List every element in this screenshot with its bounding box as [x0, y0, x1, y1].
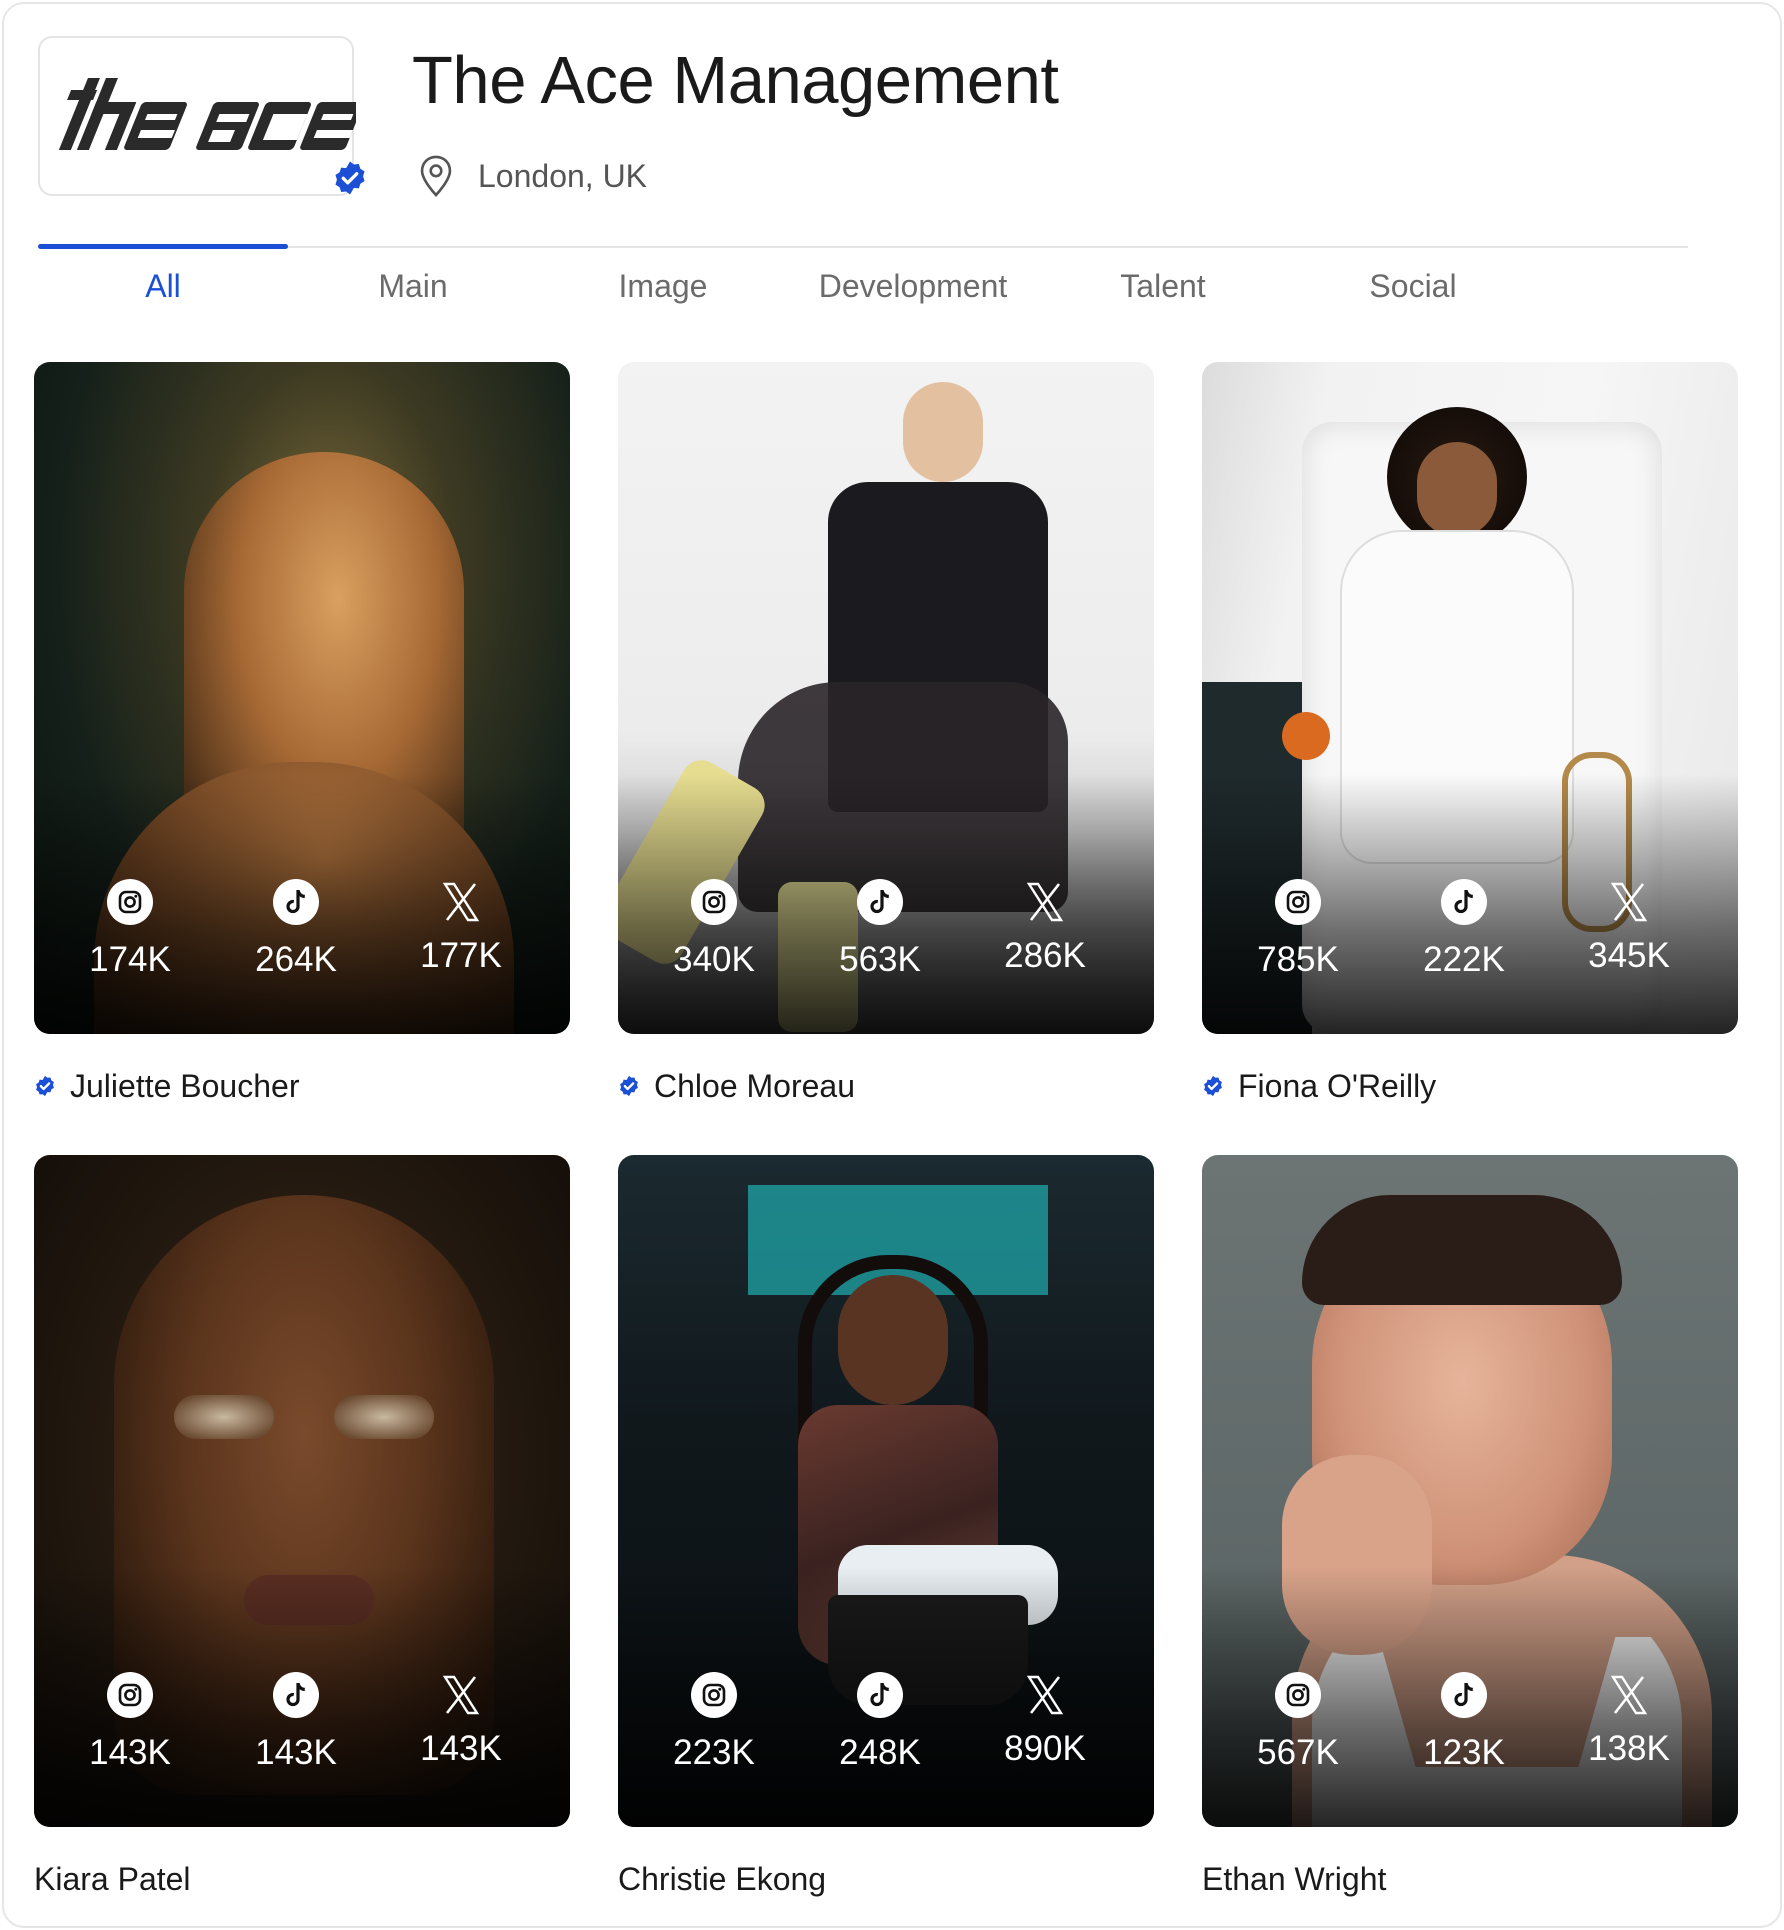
- x-followers: 890K: [1004, 1729, 1086, 1768]
- agency-name: The Ace Management: [412, 43, 1059, 118]
- portrait-head: [903, 382, 983, 482]
- verified-badge-icon: [36, 1075, 54, 1097]
- tiktok-followers: 248K: [839, 1733, 921, 1772]
- talent-photo[interactable]: 174K 264K 177K: [34, 362, 570, 1034]
- talent-name-row[interactable]: Christie Ekong: [618, 1859, 1154, 1899]
- x-followers: 138K: [1588, 1729, 1670, 1768]
- agency-logo: [38, 36, 356, 196]
- talent-photo[interactable]: 567K 123K 138K: [1202, 1155, 1738, 1827]
- x-followers: 143K: [420, 1729, 502, 1768]
- tiktok-followers: 264K: [255, 940, 337, 979]
- tiktok-icon: [273, 879, 319, 925]
- tiktok-followers: 143K: [255, 1733, 337, 1772]
- portrait-eye: [334, 1395, 434, 1439]
- verified-badge-icon: [620, 1075, 638, 1097]
- tiktok-followers: 222K: [1423, 940, 1505, 979]
- x-followers: 286K: [1004, 936, 1086, 975]
- talent-name-row[interactable]: Juliette Boucher: [34, 1066, 570, 1106]
- talent-card[interactable]: 340K 563K 286K Chloe Moreau: [618, 362, 1154, 1106]
- social-stats: 223K 248K 890K: [618, 1671, 1154, 1801]
- agency-location: London, UK: [418, 154, 647, 198]
- tiktok-icon: [1441, 879, 1487, 925]
- talent-name: Christie Ekong: [618, 1860, 827, 1897]
- social-stats: 785K 222K 345K: [1202, 878, 1738, 1008]
- talent-name-row[interactable]: Fiona O'Reilly: [1202, 1066, 1738, 1106]
- instagram-icon: [107, 1672, 153, 1718]
- x-icon: [442, 1675, 480, 1715]
- x-icon: [442, 882, 480, 922]
- tiktok-icon: [857, 879, 903, 925]
- instagram-icon: [1275, 879, 1321, 925]
- instagram-followers: 223K: [673, 1733, 755, 1772]
- tiktok-followers: 563K: [839, 940, 921, 979]
- tiktok-icon: [1441, 1672, 1487, 1718]
- x-followers: 345K: [1588, 936, 1670, 975]
- x-followers: 177K: [420, 936, 502, 975]
- x-icon: [1610, 882, 1648, 922]
- verified-badge-icon: [335, 161, 365, 195]
- talent-photo[interactable]: 785K 222K 345K: [1202, 362, 1738, 1034]
- social-stats: 567K 123K 138K: [1202, 1671, 1738, 1801]
- tiktok-icon: [857, 1672, 903, 1718]
- instagram-icon: [691, 879, 737, 925]
- tiktok-followers: 123K: [1423, 1733, 1505, 1772]
- instagram-icon: [691, 1672, 737, 1718]
- drink-glass: [1282, 712, 1330, 760]
- instagram-icon: [107, 879, 153, 925]
- talent-name: Chloe Moreau: [654, 1067, 855, 1104]
- logo-wordmark: [58, 78, 356, 150]
- portrait-face: [1417, 442, 1497, 537]
- talent-name-row[interactable]: Chloe Moreau: [618, 1066, 1154, 1106]
- social-stats: 340K 563K 286K: [618, 878, 1154, 1008]
- tab-main[interactable]: Main: [288, 268, 538, 305]
- instagram-icon: [1275, 1672, 1321, 1718]
- instagram-followers: 143K: [89, 1733, 171, 1772]
- instagram-followers: 785K: [1257, 940, 1339, 979]
- talent-name: Fiona O'Reilly: [1238, 1067, 1437, 1104]
- tab-all[interactable]: All: [38, 268, 288, 305]
- instagram-followers: 340K: [673, 940, 755, 979]
- category-tabs: All Main Image Development Talent Social: [38, 244, 1688, 306]
- location-text: London, UK: [478, 157, 648, 194]
- tab-image[interactable]: Image: [538, 268, 788, 305]
- talent-name: Ethan Wright: [1202, 1860, 1387, 1897]
- instagram-followers: 174K: [89, 940, 171, 979]
- active-tab-indicator: [38, 244, 288, 249]
- x-icon: [1610, 1675, 1648, 1715]
- talent-name: Juliette Boucher: [70, 1067, 300, 1104]
- talent-photo[interactable]: 143K 143K 143K: [34, 1155, 570, 1827]
- talent-card[interactable]: 223K 248K 890K Christie Ekong: [618, 1155, 1154, 1899]
- talent-name-row[interactable]: Ethan Wright: [1202, 1859, 1738, 1899]
- tiktok-icon: [273, 1672, 319, 1718]
- social-stats: 143K 143K 143K: [34, 1671, 570, 1801]
- tab-development[interactable]: Development: [788, 268, 1038, 305]
- tab-talent[interactable]: Talent: [1038, 268, 1288, 305]
- talent-card[interactable]: 174K 264K 177K Juliette Boucher: [34, 362, 570, 1106]
- tab-social[interactable]: Social: [1288, 268, 1538, 305]
- instagram-followers: 567K: [1257, 1733, 1339, 1772]
- talent-name: Kiara Patel: [34, 1860, 191, 1897]
- location-pin-icon: [420, 155, 452, 197]
- talent-photo[interactable]: 223K 248K 890K: [618, 1155, 1154, 1827]
- portrait-eye: [174, 1395, 274, 1439]
- agency-profile-panel: The Ace Management London, UK All Main I…: [2, 2, 1782, 1928]
- portrait-hair: [1302, 1195, 1622, 1305]
- verified-badge-icon: [1204, 1075, 1222, 1097]
- talent-card[interactable]: 567K 123K 138K Ethan Wright: [1202, 1155, 1738, 1899]
- talent-name-row[interactable]: Kiara Patel: [34, 1859, 570, 1899]
- talent-card[interactable]: 143K 143K 143K Kiara Patel: [34, 1155, 570, 1899]
- talent-card[interactable]: 785K 222K 345K Fiona O'Reilly: [1202, 362, 1738, 1106]
- talent-photo[interactable]: 340K 563K 286K: [618, 362, 1154, 1034]
- x-icon: [1026, 1675, 1064, 1715]
- social-stats: 174K 264K 177K: [34, 878, 570, 1008]
- x-icon: [1026, 882, 1064, 922]
